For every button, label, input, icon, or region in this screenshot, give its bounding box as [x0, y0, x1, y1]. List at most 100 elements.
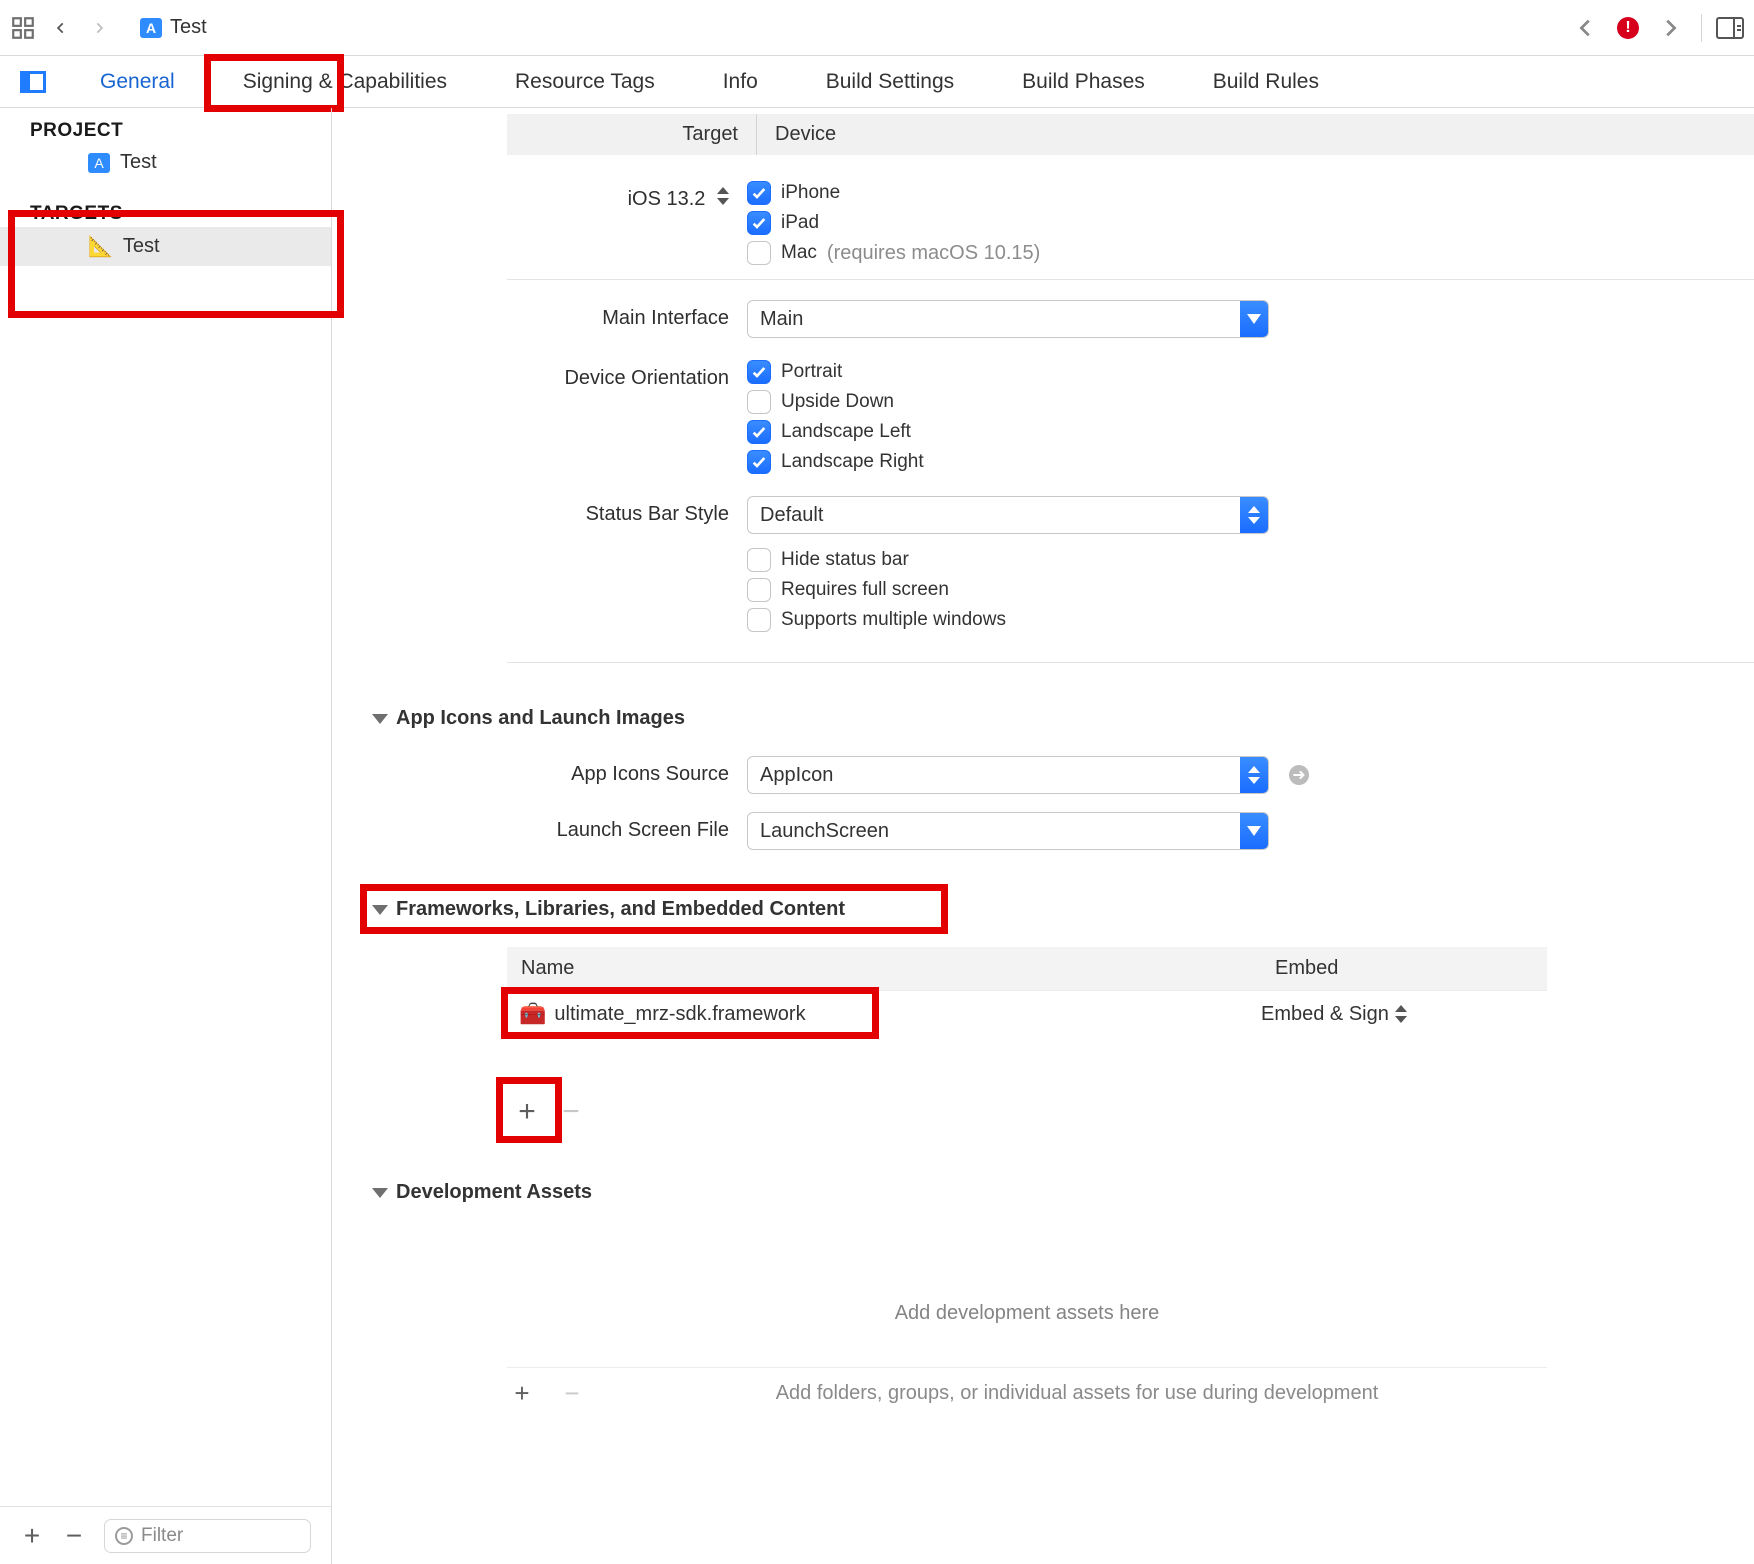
- tab-resource-tags[interactable]: Resource Tags: [481, 56, 689, 107]
- remove-framework-button[interactable]: −: [556, 1095, 586, 1129]
- device-mac-checkbox[interactable]: [747, 241, 771, 265]
- disclosure-icon[interactable]: [372, 1188, 388, 1198]
- nav-prev-icon[interactable]: [1569, 15, 1603, 41]
- multi-window-label: Supports multiple windows: [781, 609, 1006, 631]
- updown-icon: [1240, 497, 1268, 533]
- filter-input[interactable]: ≡ Filter: [104, 1519, 311, 1553]
- nav-forward-icon[interactable]: [86, 19, 112, 37]
- dev-assets-hint: Add folders, groups, or individual asset…: [607, 1382, 1547, 1405]
- tab-info[interactable]: Info: [689, 56, 792, 107]
- project-icon: [140, 18, 162, 38]
- remove-target-button[interactable]: −: [62, 1520, 86, 1552]
- launch-screen-value: LaunchScreen: [748, 820, 1240, 843]
- fullscreen-checkbox[interactable]: [747, 578, 771, 602]
- sidebar-section-project: PROJECT: [0, 108, 331, 144]
- go-to-asset-icon[interactable]: ➜: [1289, 765, 1309, 785]
- status-bar-select[interactable]: Default: [747, 496, 1269, 534]
- chevron-down-icon: [1240, 813, 1268, 849]
- tab-signing[interactable]: Signing & Capabilities: [209, 56, 481, 107]
- framework-embed-select[interactable]: Embed & Sign: [1261, 1003, 1535, 1026]
- section-dev-assets: Development Assets: [332, 1173, 1754, 1212]
- ios-version-label: iOS 13.2: [332, 181, 747, 217]
- hide-statusbar-checkbox[interactable]: [747, 548, 771, 572]
- fullscreen-label: Requires full screen: [781, 579, 949, 601]
- framework-row[interactable]: 🧰 ultimate_mrz-sdk.framework Embed & Sig…: [507, 990, 1547, 1037]
- remove-dev-asset-button[interactable]: −: [557, 1378, 587, 1409]
- orient-land-left-checkbox[interactable]: [747, 420, 771, 444]
- framework-name: ultimate_mrz-sdk.framework: [554, 1003, 805, 1026]
- orient-land-left-label: Landscape Left: [781, 421, 911, 443]
- app-icons-source-select[interactable]: AppIcon: [747, 756, 1269, 794]
- device-iphone-checkbox[interactable]: [747, 181, 771, 205]
- nav-next-icon[interactable]: [1653, 15, 1687, 41]
- orient-upside-checkbox[interactable]: [747, 390, 771, 414]
- project-icon: [88, 153, 110, 173]
- device-ipad-checkbox[interactable]: [747, 211, 771, 235]
- editor-tabs: General Signing & Capabilities Resource …: [0, 56, 1754, 108]
- section-title: Frameworks, Libraries, and Embedded Cont…: [396, 898, 845, 921]
- tab-build-phases[interactable]: Build Phases: [988, 56, 1179, 107]
- sidebar-item-label: Test: [120, 151, 157, 174]
- frameworks-th-embed: Embed: [1261, 947, 1547, 990]
- related-items-icon[interactable]: [10, 15, 36, 41]
- add-framework-button[interactable]: +: [512, 1095, 542, 1129]
- frameworks-table: Name Embed 🧰 ultimate_mrz-sdk.framework …: [507, 947, 1547, 1037]
- section-title: Development Assets: [396, 1181, 592, 1204]
- target-app-icon: 📐: [88, 234, 113, 259]
- tab-build-settings[interactable]: Build Settings: [792, 56, 988, 107]
- orient-portrait-checkbox[interactable]: [747, 360, 771, 384]
- hdr-target: Target: [507, 114, 757, 155]
- updown-icon: [1240, 757, 1268, 793]
- app-icons-source-value: AppIcon: [748, 764, 1240, 787]
- main-interface-value: Main: [748, 308, 1240, 331]
- filter-icon: ≡: [115, 1527, 133, 1545]
- navigator-toggle-icon[interactable]: [0, 56, 66, 107]
- device-mac-note: (requires macOS 10.15): [827, 242, 1040, 265]
- orientation-label: Device Orientation: [332, 360, 747, 396]
- disclosure-icon[interactable]: [372, 905, 388, 915]
- launch-screen-select[interactable]: LaunchScreen: [747, 812, 1269, 850]
- launch-screen-label: Launch Screen File: [332, 812, 747, 848]
- status-bar-label: Status Bar Style: [332, 496, 747, 532]
- sidebar-footer: + − ≡ Filter: [0, 1506, 331, 1564]
- device-mac-label: Mac: [781, 242, 817, 264]
- add-dev-asset-button[interactable]: +: [507, 1378, 537, 1409]
- filter-placeholder: Filter: [141, 1525, 183, 1547]
- dev-assets-placeholder: Add development assets here: [507, 1262, 1547, 1355]
- orient-land-right-checkbox[interactable]: [747, 450, 771, 474]
- sidebar-item-project[interactable]: Test: [0, 144, 331, 181]
- multi-window-checkbox[interactable]: [747, 608, 771, 632]
- dev-assets-footer: + − Add folders, groups, or individual a…: [507, 1367, 1547, 1409]
- orient-land-right-label: Landscape Right: [781, 451, 924, 473]
- hide-statusbar-label: Hide status bar: [781, 549, 909, 571]
- orient-upside-label: Upside Down: [781, 391, 894, 413]
- app-icons-source-label: App Icons Source: [332, 756, 747, 792]
- section-frameworks: Frameworks, Libraries, and Embedded Cont…: [332, 890, 1754, 929]
- panel-toggle-icon[interactable]: [1716, 17, 1744, 39]
- disclosure-icon[interactable]: [372, 714, 388, 724]
- editor-content: Target Device iOS 13.2 iPhone: [332, 108, 1754, 1564]
- hdr-device: Device: [757, 114, 1754, 155]
- frameworks-th-name: Name: [507, 947, 1261, 990]
- crumb-label: Test: [170, 16, 207, 39]
- sidebar-item-label: Test: [123, 235, 160, 258]
- section-app-icons: App Icons and Launch Images: [332, 699, 1754, 738]
- nav-back-icon[interactable]: [48, 19, 74, 37]
- tab-build-rules[interactable]: Build Rules: [1179, 56, 1353, 107]
- chevron-down-icon: [1240, 301, 1268, 337]
- main-interface-select[interactable]: Main: [747, 300, 1269, 338]
- framework-icon: 🧰: [519, 1001, 546, 1027]
- sidebar-item-target[interactable]: 📐 Test: [0, 227, 331, 266]
- breadcrumb[interactable]: Test: [140, 16, 207, 39]
- stepper-icon[interactable]: [717, 187, 729, 205]
- orient-portrait-label: Portrait: [781, 361, 842, 383]
- deployment-header: Target Device: [507, 114, 1754, 155]
- add-target-button[interactable]: +: [20, 1520, 44, 1552]
- tab-general[interactable]: General: [66, 56, 209, 107]
- device-ipad-label: iPad: [781, 212, 819, 234]
- error-badge-icon[interactable]: !: [1617, 17, 1639, 39]
- framework-embed-value: Embed & Sign: [1261, 1003, 1389, 1026]
- status-bar-value: Default: [748, 504, 1240, 527]
- sidebar-section-targets: TARGETS: [0, 191, 331, 227]
- main-interface-label: Main Interface: [332, 300, 747, 336]
